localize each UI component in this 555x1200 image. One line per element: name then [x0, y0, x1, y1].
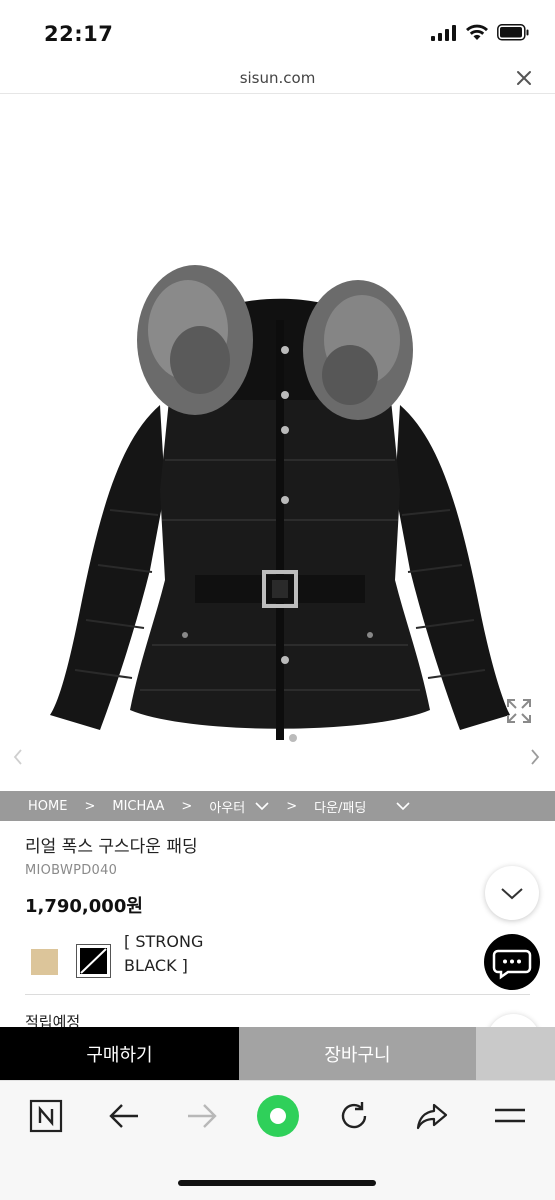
menu-icon [495, 1108, 525, 1123]
breadcrumb-separator: > [181, 798, 193, 814]
selected-color-label: [ STRONG BLACK ] [124, 930, 244, 978]
cart-button[interactable]: 장바구니 [239, 1027, 476, 1080]
share-icon [416, 1103, 448, 1130]
cart-side-area [476, 1027, 555, 1080]
chevron-right-icon[interactable] [527, 747, 543, 767]
scroll-down-button[interactable] [485, 866, 539, 920]
breadcrumb-category-label: 아우터 [209, 800, 246, 816]
product-price: 1,790,000원 [25, 896, 143, 917]
naver-n-icon [29, 1099, 63, 1133]
breadcrumb: HOME > MICHAA > 아우터 > 다운/패딩 [0, 791, 555, 821]
color-swatch-beige[interactable] [31, 949, 58, 975]
breadcrumb-category[interactable]: 아우터 [209, 797, 269, 816]
selected-color-line1: [ STRONG [124, 932, 204, 951]
product-name: 리얼 폭스 구스다운 패딩 [25, 837, 198, 857]
menu-button[interactable] [490, 1096, 530, 1136]
breadcrumb-subcategory-label: 다운/패딩 [314, 800, 367, 816]
chevron-down-icon [501, 888, 523, 900]
breadcrumb-subcategory[interactable]: 다운/패딩 [314, 797, 410, 816]
forward-arrow-icon [188, 1104, 217, 1128]
product-image-gallery[interactable] [0, 95, 555, 790]
url-bar[interactable]: sisun.com [0, 64, 555, 94]
breadcrumb-separator: > [286, 798, 298, 814]
battery-icon [497, 24, 529, 41]
chat-bubble-icon [492, 949, 532, 980]
chat-button[interactable] [484, 934, 540, 990]
swatch-selected-icon [80, 948, 107, 974]
divider [25, 994, 530, 995]
url-text[interactable]: sisun.com [0, 69, 555, 87]
back-button[interactable] [104, 1096, 144, 1136]
naver-home-button[interactable] [26, 1096, 66, 1136]
points-label: 적립예정 [25, 1013, 81, 1027]
chevron-down-icon [255, 801, 269, 810]
status-icons [431, 24, 529, 41]
signal-icon [431, 24, 456, 41]
chevron-left-icon[interactable] [10, 747, 26, 767]
breadcrumb-brand[interactable]: MICHAA [112, 799, 164, 814]
refresh-button[interactable] [334, 1096, 374, 1136]
status-time: 22:17 [44, 22, 114, 46]
close-icon[interactable] [515, 69, 533, 87]
breadcrumb-home[interactable]: HOME [28, 799, 67, 814]
breadcrumb-separator: > [84, 798, 96, 814]
chevron-down-icon [396, 801, 410, 810]
expand-icon[interactable] [505, 697, 533, 725]
status-bar: 22:17 [0, 0, 555, 64]
forward-button[interactable] [182, 1096, 222, 1136]
color-swatch-black[interactable] [76, 944, 111, 978]
product-image [50, 265, 510, 742]
home-indicator [178, 1180, 376, 1186]
product-code: MIOBWPD040 [25, 863, 118, 878]
wifi-icon [466, 24, 488, 40]
green-dot-button[interactable] [256, 1094, 300, 1138]
back-arrow-icon [109, 1104, 138, 1128]
buy-button[interactable]: 구매하기 [0, 1027, 239, 1080]
green-dot-icon [257, 1095, 299, 1137]
share-button[interactable] [412, 1096, 452, 1136]
refresh-icon [341, 1102, 367, 1129]
selected-color-line2: BLACK ] [124, 956, 188, 975]
